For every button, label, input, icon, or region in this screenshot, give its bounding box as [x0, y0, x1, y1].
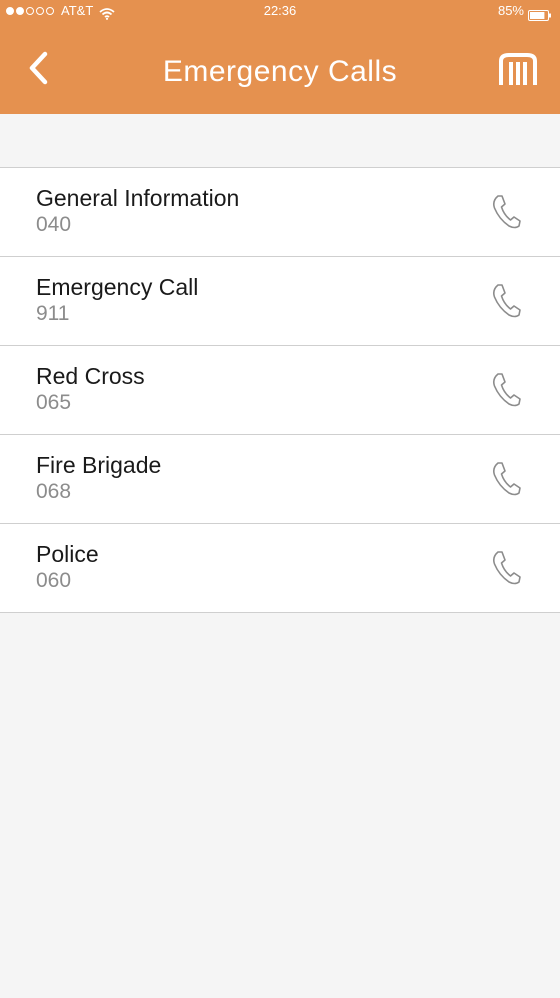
- contact-item-general-information[interactable]: General Information 040: [0, 168, 560, 257]
- status-right: 85%: [498, 0, 552, 22]
- nav-bar: Emergency Calls: [0, 22, 560, 114]
- call-button[interactable]: [488, 460, 524, 498]
- battery-icon: [528, 6, 552, 21]
- contact-name: General Information: [36, 185, 240, 211]
- contact-number: 065: [36, 391, 72, 414]
- contact-item-fire-brigade[interactable]: Fire Brigade 068: [0, 435, 560, 524]
- phone-icon: [492, 462, 521, 496]
- call-button[interactable]: [488, 282, 524, 320]
- contact-name: Emergency Call: [36, 274, 199, 300]
- header: AT&T 22:36 85% Emergency Calls: [0, 0, 560, 114]
- call-button[interactable]: [488, 193, 524, 231]
- phone-icon: [492, 373, 521, 407]
- contact-number: 911: [36, 302, 70, 325]
- phone-icon: [492, 551, 521, 585]
- contact-number: 068: [36, 480, 72, 503]
- contact-number: 060: [36, 569, 72, 592]
- call-button[interactable]: [488, 549, 524, 587]
- phone-icon: [492, 284, 521, 318]
- phone-icon: [492, 195, 521, 229]
- page-title: Emergency Calls: [162, 55, 398, 88]
- contact-item-emergency-call[interactable]: Emergency Call 911: [0, 257, 560, 346]
- contact-name: Red Cross: [36, 363, 145, 389]
- contact-item-police[interactable]: Police 060: [0, 524, 560, 613]
- contact-item-red-cross[interactable]: Red Cross 065: [0, 346, 560, 435]
- status-bar: AT&T 22:36 85%: [0, 0, 560, 22]
- contact-number: 040: [36, 213, 72, 236]
- contact-name: Fire Brigade: [36, 452, 162, 478]
- contact-name: Police: [36, 541, 99, 567]
- metro-logo-button[interactable]: [498, 50, 538, 90]
- call-button[interactable]: [488, 371, 524, 409]
- contact-list: General Information 040 Emergency Call 9…: [0, 167, 560, 613]
- metro-logo-icon: [499, 53, 537, 85]
- battery-percentage: 85%: [497, 3, 524, 18]
- status-time: 22:36: [263, 3, 297, 18]
